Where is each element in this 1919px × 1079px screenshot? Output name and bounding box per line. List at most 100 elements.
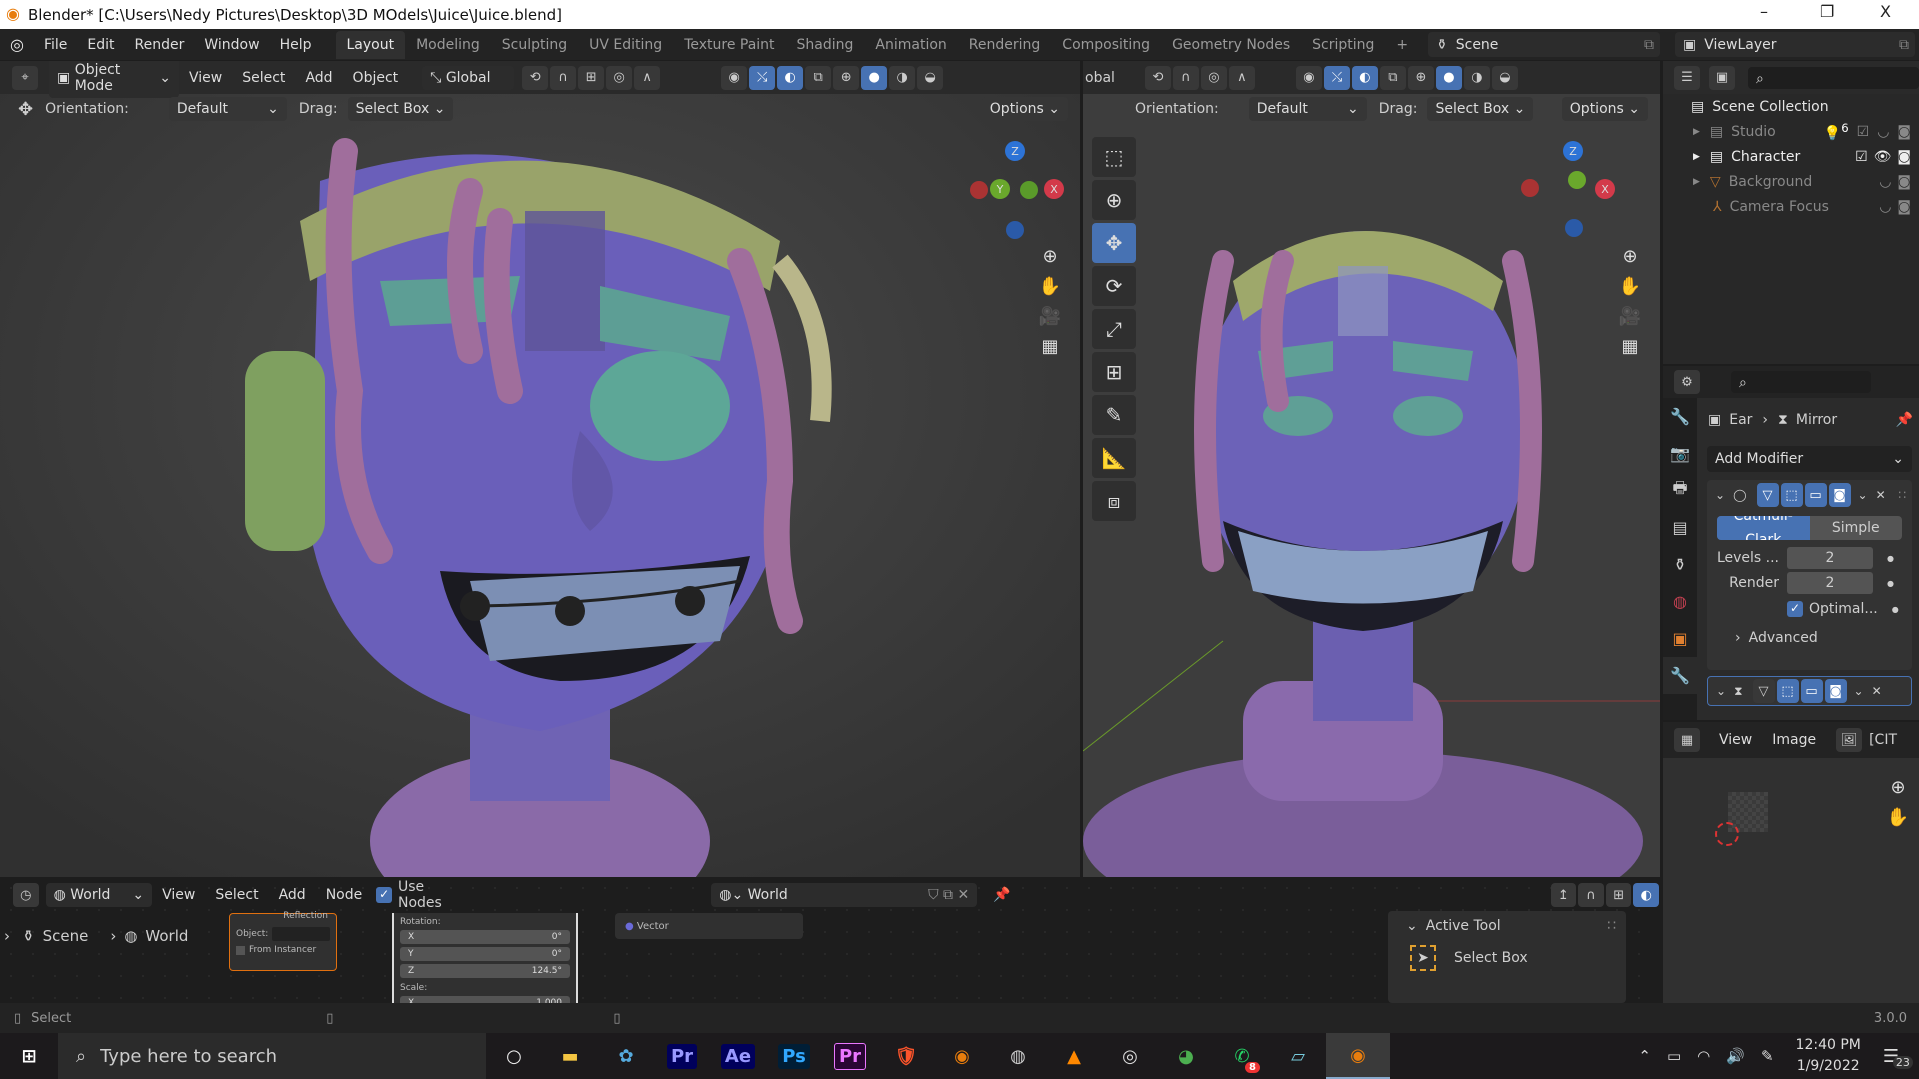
world-tab-icon[interactable]: ◍: [1663, 583, 1697, 620]
overlay-toggle-icon[interactable]: ◐: [1633, 883, 1660, 907]
remove-modifier-icon[interactable]: ✕: [1876, 488, 1886, 502]
gizmo-z-axis[interactable]: Z: [1005, 141, 1025, 161]
select-box-tool-icon[interactable]: ⬚: [1092, 137, 1136, 177]
xray-icon[interactable]: ⧉: [805, 65, 832, 90]
rotate-tool-icon[interactable]: ⟳: [1092, 266, 1136, 306]
visibility-icon[interactable]: ◉: [721, 65, 748, 90]
perspective-grid-icon[interactable]: ▦: [1615, 331, 1645, 361]
annotate-tool-icon[interactable]: ✎: [1092, 395, 1136, 435]
vector-node[interactable]: ● Vector: [615, 913, 803, 939]
editor-type-icon[interactable]: ⌖: [12, 65, 38, 90]
drag-handle-icon[interactable]: ∷: [1898, 488, 1906, 502]
rendered-shading-icon[interactable]: ◒: [917, 65, 944, 90]
solid-shading-icon[interactable]: ●: [861, 65, 888, 90]
pin-icon[interactable]: 📌: [993, 887, 1010, 903]
blender-taskbar-icon[interactable]: ◉: [934, 1033, 990, 1079]
rotation-y-field[interactable]: Y 0°: [400, 947, 570, 961]
render-toggle-icon[interactable]: ◙: [1824, 679, 1847, 703]
hide-icon[interactable]: ◡: [1877, 124, 1889, 140]
gizmo-toggle-icon[interactable]: ⤯: [749, 65, 776, 90]
object-picker-field[interactable]: [272, 927, 330, 941]
render-camera-icon[interactable]: ◙: [1897, 199, 1911, 215]
gizmo-x-axis[interactable]: X: [1044, 179, 1064, 199]
output-tab-icon[interactable]: 🖶: [1663, 472, 1697, 509]
render-camera-icon[interactable]: ◙: [1897, 149, 1911, 165]
shader-node-editor[interactable]: ◷ ◍ World ⌄ View Select Add Node ✓ Use Nod…: [0, 877, 1660, 1010]
transform-tool-icon[interactable]: ⊞: [1092, 352, 1136, 392]
navigation-gizmo[interactable]: Z X Y: [960, 141, 1064, 241]
tab-rendering[interactable]: Rendering: [958, 31, 1052, 59]
collapse-chevron-icon[interactable]: ⌄: [1716, 684, 1726, 698]
notepad-icon[interactable]: ▱: [1270, 1033, 1326, 1079]
use-nodes-checkbox[interactable]: ✓: [376, 887, 392, 903]
modifier-tab-icon[interactable]: 🔧: [1663, 657, 1697, 694]
menu-help[interactable]: Help: [270, 37, 322, 53]
falloff-icon[interactable]: ∧: [634, 65, 661, 90]
rendered-shading-icon[interactable]: ◒: [1491, 65, 1518, 90]
drag-dropdown[interactable]: Select Box ⌄: [1427, 97, 1534, 121]
snap-grid-icon[interactable]: ⊞: [1605, 883, 1632, 907]
simple-option[interactable]: Simple: [1810, 516, 1903, 540]
close-button[interactable]: X: [1880, 2, 1891, 21]
clock[interactable]: 12:40 PM 1/9/2022: [1796, 1035, 1861, 1077]
minimize-button[interactable]: –: [1760, 2, 1768, 21]
node-menu-node[interactable]: Node: [316, 887, 373, 903]
outliner-item-camera-focus[interactable]: ⅄ Camera Focus ◡ ◙: [1663, 194, 1919, 219]
viewport-menu-add[interactable]: Add: [295, 70, 342, 86]
texture-coordinate-node[interactable]: Reflection Object: From Instancer: [229, 911, 337, 971]
camera-view-icon[interactable]: 🎥: [1035, 301, 1065, 331]
pin-icon[interactable]: 📌: [1896, 412, 1913, 428]
editor-type-icon[interactable]: ▦: [1674, 728, 1700, 752]
object-mode-dropdown[interactable]: ▣ Object Mode ⌄: [49, 61, 179, 98]
premiere-pro-icon[interactable]: Pr: [654, 1033, 710, 1079]
image-editor[interactable]: ▦ View Image 🖼 [CIT ⊕ ✋: [1663, 722, 1919, 1003]
tab-sculpting[interactable]: Sculpting: [491, 31, 578, 59]
show-hidden-icons-icon[interactable]: ⌃: [1638, 1047, 1651, 1065]
xray-icon[interactable]: ⧉: [1379, 65, 1406, 90]
snap-icon[interactable]: ∩: [1578, 883, 1604, 907]
options-dropdown[interactable]: Options ⌄: [1561, 97, 1648, 121]
object-tab-icon[interactable]: ▣: [1663, 620, 1697, 657]
viewport-right[interactable]: obal ⟲ ∩ ◎ ∧ ◉ ⤯ ◐ ⧉ ⊕ ● ◑ ◒ Orientation…: [1083, 61, 1660, 877]
tab-uv-editing[interactable]: UV Editing: [578, 31, 673, 59]
maximize-button[interactable]: ❐: [1820, 2, 1834, 21]
gizmo-x-axis[interactable]: X: [1595, 179, 1615, 199]
snap-target-icon[interactable]: ⊞: [578, 65, 605, 90]
tab-compositing[interactable]: Compositing: [1051, 31, 1161, 59]
overlay-toggle-icon[interactable]: ◐: [777, 65, 804, 90]
collapse-chevron-icon[interactable]: ⌄: [1715, 488, 1725, 502]
new-view-layer-icon[interactable]: ⧉: [1893, 37, 1915, 53]
material-shading-icon[interactable]: ◑: [1463, 65, 1490, 90]
pan-hand-icon[interactable]: ✋: [1615, 271, 1645, 301]
edit-mode-toggle-icon[interactable]: ▽: [1756, 483, 1779, 507]
gizmo-neg-x[interactable]: [970, 181, 988, 199]
tab-shading[interactable]: Shading: [786, 31, 865, 59]
mapping-node[interactable]: Rotation: X0° Y0° Z124.5° Scale: X1.000: [392, 913, 578, 1010]
blender-menu-icon[interactable]: ◎: [0, 35, 34, 54]
view-layer-tab-icon[interactable]: ▤: [1663, 509, 1697, 546]
davinci-resolve-icon[interactable]: ✿: [598, 1033, 654, 1079]
zoom-icon[interactable]: ⊕: [1883, 772, 1913, 802]
scene-selector[interactable]: ⚱ Scene ⧉: [1428, 32, 1660, 57]
node-menu-select[interactable]: Select: [205, 887, 268, 903]
render-camera-icon[interactable]: ◙: [1897, 174, 1911, 190]
zoom-icon[interactable]: ⊕: [1615, 241, 1645, 271]
view-layer-selector[interactable]: ▣ ViewLayer ⧉: [1675, 32, 1915, 57]
catmull-clark-option[interactable]: Catmull-Clark: [1717, 516, 1810, 540]
proportional-edit-icon[interactable]: ◎: [1200, 65, 1227, 90]
add-cube-tool-icon[interactable]: ⧈: [1092, 481, 1136, 521]
transform-orientation-dropdown[interactable]: ⤡ Global: [422, 65, 515, 90]
notifications-icon[interactable]: ☰ 23: [1883, 1046, 1913, 1069]
include-checkbox[interactable]: ☑: [1857, 124, 1870, 140]
scene-tab-icon[interactable]: ⚱: [1663, 546, 1697, 583]
editor-type-icon[interactable]: ⚙: [1674, 370, 1700, 394]
after-effects-icon[interactable]: Ae: [710, 1033, 766, 1079]
zoom-icon[interactable]: ⊕: [1035, 241, 1065, 271]
whatsapp-icon[interactable]: ✆ 8: [1214, 1033, 1270, 1079]
battery-icon[interactable]: ▭: [1667, 1047, 1681, 1065]
viewport-menu-select[interactable]: Select: [232, 70, 295, 86]
menu-edit[interactable]: Edit: [77, 37, 124, 53]
edit-mode-toggle-icon[interactable]: ▽: [1752, 679, 1775, 703]
windows-start-icon[interactable]: ⊞: [0, 1033, 58, 1079]
media-player-icon[interactable]: ◎: [1102, 1033, 1158, 1079]
